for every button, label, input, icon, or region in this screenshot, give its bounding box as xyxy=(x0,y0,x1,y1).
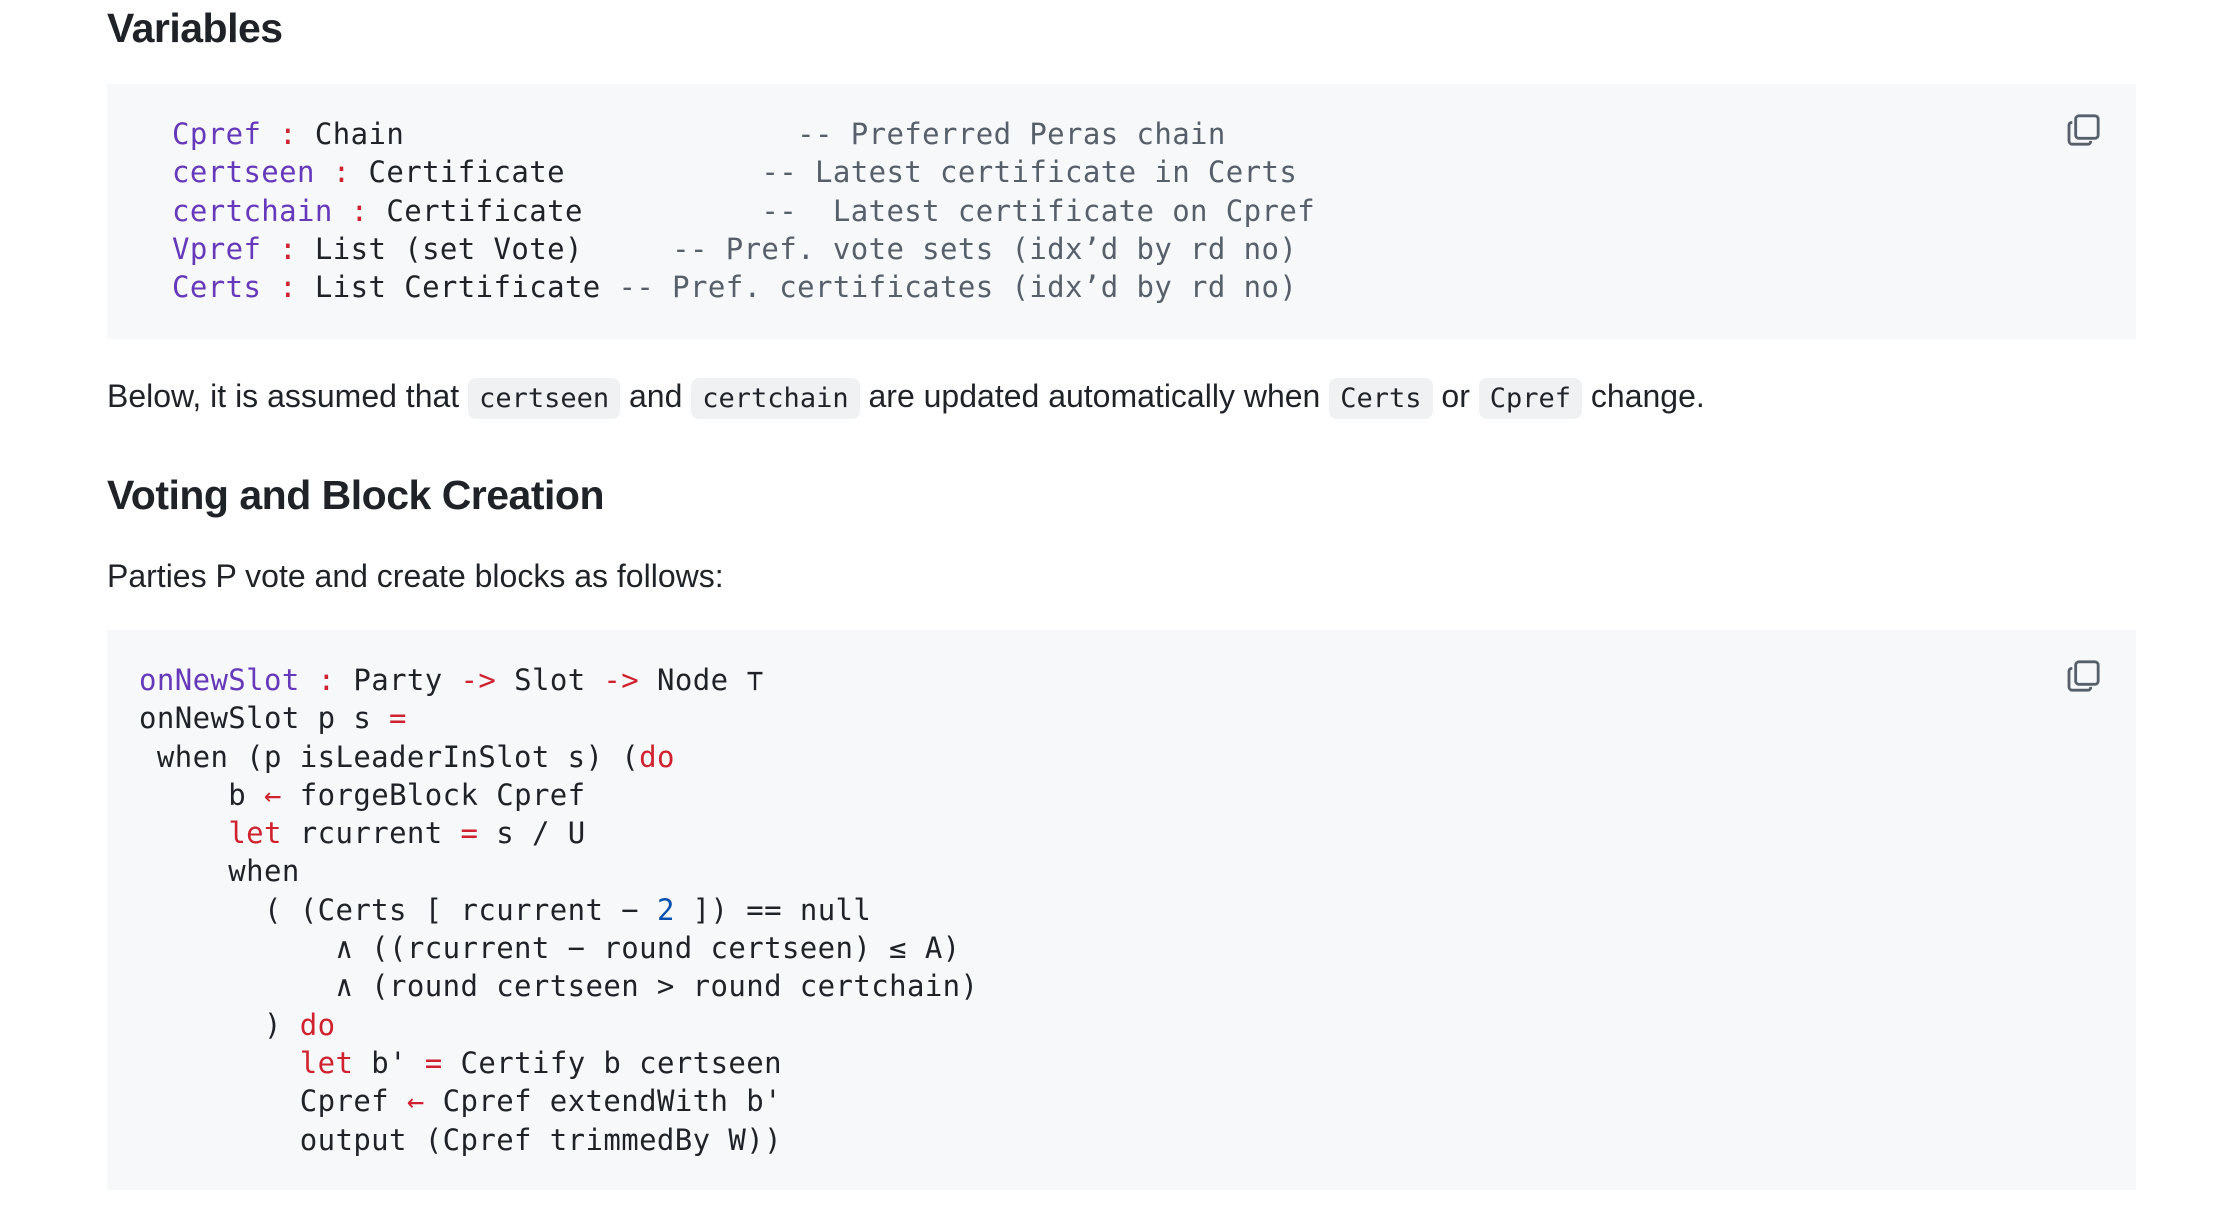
code-token: Cpref xyxy=(139,1084,407,1119)
code-token: ← xyxy=(406,1084,425,1119)
code-token: when (p isLeaderInSlot s) ( xyxy=(139,739,640,774)
code-token: let xyxy=(299,1045,354,1080)
code-token: forgeBlock Cpref xyxy=(281,777,586,812)
code-token: Party xyxy=(353,663,461,697)
var-type: Chain xyxy=(314,117,405,151)
code-line: Cpref : Chain -- Preferred Peras chain xyxy=(172,117,1226,151)
code-token: ) xyxy=(139,1007,300,1042)
var-pad xyxy=(601,270,619,304)
code-token: s / U xyxy=(478,816,586,851)
var-name: Cpref xyxy=(172,117,262,151)
code-token: onNewSlot xyxy=(139,663,300,697)
code-token: ∧ ((rcurrent − round certseen) ≤ A) xyxy=(139,931,961,966)
code-token: let xyxy=(228,816,282,851)
code-token: ← xyxy=(264,777,282,812)
code-token: when xyxy=(139,854,300,889)
code-line: Certs : List Certificate -- Pref. certif… xyxy=(172,270,1297,304)
variables-code: Cpref : Chain -- Preferred Peras chain c… xyxy=(172,115,1315,306)
code-token: b' xyxy=(353,1045,425,1080)
inline-code-certs: Certs xyxy=(1329,378,1433,419)
code-token: : xyxy=(299,663,354,697)
variables-heading: Variables xyxy=(107,5,283,51)
code-token: do xyxy=(639,739,675,774)
code-token: do xyxy=(299,1007,336,1042)
var-sep: : xyxy=(261,117,315,151)
voting-heading: Voting and Block Creation xyxy=(107,472,605,518)
voting-code: onNewSlot : Party -> Slot -> Node ⊤ onNe… xyxy=(139,661,978,1159)
code-token: -> xyxy=(603,663,640,697)
var-type: Certificate xyxy=(368,155,565,190)
inline-code-certseen: certseen xyxy=(468,378,621,419)
code-token: ]) == null xyxy=(674,892,872,927)
code-token: Cpref extendWith b' xyxy=(424,1084,782,1119)
var-pad xyxy=(583,232,672,266)
var-pad xyxy=(565,155,761,189)
var-name: Vpref xyxy=(172,231,262,266)
paragraph-text: or xyxy=(1432,378,1479,414)
var-pad xyxy=(404,117,797,151)
paragraph-text: change. xyxy=(1582,378,1705,414)
var-type: Certificate xyxy=(386,193,583,228)
code-token: Certify b certseen xyxy=(442,1045,783,1080)
code-token: Node ⊤ xyxy=(639,663,765,697)
var-name: Certs xyxy=(172,270,262,305)
paragraph-text: are updated automatically when xyxy=(859,378,1330,414)
code-token: = xyxy=(460,816,479,851)
var-sep: : xyxy=(332,193,387,228)
code-line: certchain : Certificate -- Latest certif… xyxy=(172,194,1315,228)
code-token: onNewSlot p s xyxy=(139,701,390,736)
code-token: 2 xyxy=(656,892,675,927)
var-comment: -- Preferred Peras chain xyxy=(797,117,1226,151)
code-token: rcurrent xyxy=(281,816,461,851)
var-name: certchain xyxy=(172,193,333,228)
assumption-paragraph: Below, it is assumed that certseen and c… xyxy=(107,374,1705,421)
var-comment: -- Pref. vote sets (idx’d by rd no) xyxy=(672,231,1298,266)
variables-code-block: Cpref : Chain -- Preferred Peras chain c… xyxy=(107,84,2136,339)
code-token: -> xyxy=(460,663,497,697)
var-sep: : xyxy=(261,270,315,305)
copy-icon xyxy=(2067,114,2100,146)
paragraph-text: Below, it is assumed that xyxy=(107,378,469,414)
var-comment: -- Latest certificate in Certs xyxy=(761,155,1298,190)
code-token: ( (Certs [ rcurrent − xyxy=(139,892,657,927)
code-token: = xyxy=(389,701,407,736)
var-type: List Certificate xyxy=(314,270,601,305)
copy-voting-button[interactable] xyxy=(2064,656,2104,696)
var-sep: : xyxy=(261,231,315,266)
parties-paragraph: Parties P vote and create blocks as foll… xyxy=(107,558,724,594)
copy-icon xyxy=(2067,660,2100,692)
var-comment: -- Pref. certificates (idx’d by rd no) xyxy=(618,270,1298,305)
paragraph-text: and xyxy=(620,378,692,414)
inline-code-cpref: Cpref xyxy=(1478,378,1583,419)
voting-code-block: onNewSlot : Party -> Slot -> Node ⊤ onNe… xyxy=(107,630,2136,1190)
var-comment: -- Latest certificate on Cpref xyxy=(761,193,1316,228)
inline-code-certchain: certchain xyxy=(691,378,860,419)
var-name: certseen xyxy=(172,155,315,190)
code-token: Slot xyxy=(496,663,604,697)
code-token: b xyxy=(139,777,265,812)
page: Variables Cpref : Chain -- Preferred Per… xyxy=(0,0,2236,1212)
copy-variables-button[interactable] xyxy=(2064,110,2104,150)
code-token: = xyxy=(424,1045,443,1080)
var-type: List (set Vote) xyxy=(314,231,583,266)
code-line: Vpref : List (set Vote) -- Pref. vote se… xyxy=(172,232,1297,266)
var-sep: : xyxy=(314,155,369,190)
code-token: ∧ (round certseen > round certchain) xyxy=(139,969,979,1004)
code-line: certseen : Certificate -- Latest certifi… xyxy=(172,155,1297,189)
var-pad xyxy=(583,194,762,228)
code-token: output (Cpref trimmedBy W)) xyxy=(139,1122,782,1157)
